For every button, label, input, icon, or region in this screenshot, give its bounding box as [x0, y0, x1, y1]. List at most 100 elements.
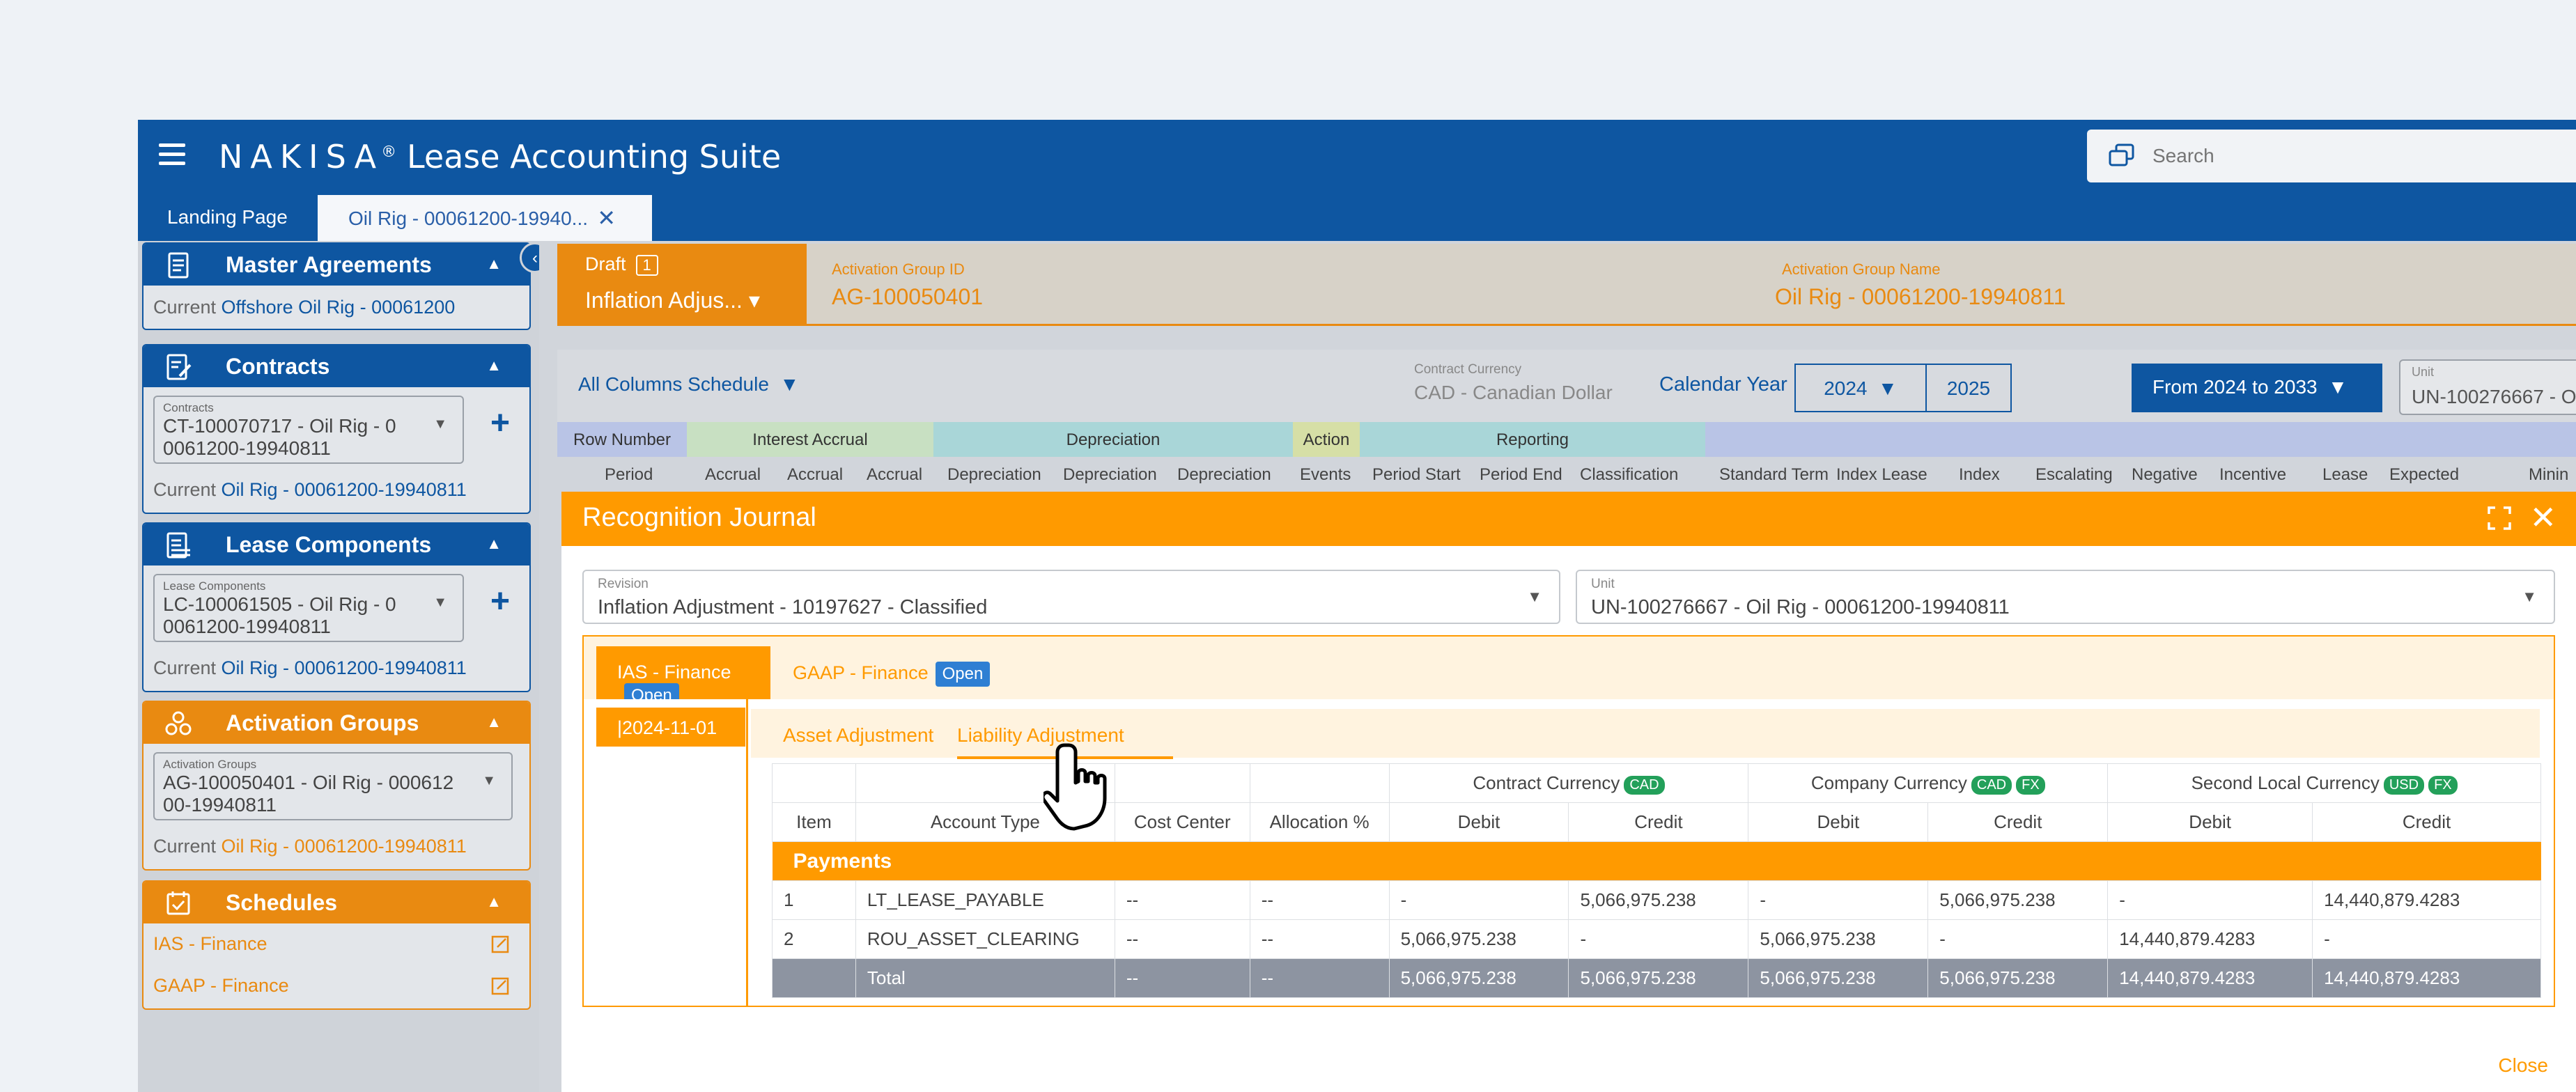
chevron-down-icon: ▼: [433, 416, 447, 432]
current-activation-group-link[interactable]: Oil Rig - 00061200-19940811: [222, 836, 467, 857]
table-cell: 5,066,975.238: [1568, 958, 1749, 998]
group-id-label: Activation Group ID: [832, 260, 965, 278]
activation-group-bar: Activation Group ID AG-100050401 Activat…: [807, 244, 2576, 326]
external-link-icon[interactable]: [490, 935, 510, 954]
unit-select[interactable]: Unit UN-100276667 - Oil Rig - 000612: [2399, 359, 2576, 415]
year-range-select[interactable]: From 2024 to 2033 ▼: [2132, 364, 2382, 412]
tab-ias-finance[interactable]: IAS - FinanceOpen: [596, 646, 770, 708]
chevron-down-icon: ▼: [482, 773, 496, 788]
table-row: 2 ROU_ASSET_CLEARING -- -- 5,066,975.238…: [772, 919, 2541, 959]
chevron-down-icon: ▼: [2522, 588, 2537, 605]
tab-label: Oil Rig - 00061200-19940...: [348, 208, 588, 229]
year-select[interactable]: 2024 ▼: [1794, 364, 1927, 412]
contract-currency-label: Contract Currency: [1414, 362, 1522, 377]
date-list: |2024-11-01: [584, 699, 748, 1006]
lease-components-panel: Lease Components ▲ Lease Components LC-1…: [142, 522, 531, 692]
collapse-caret-icon[interactable]: ▲: [486, 255, 502, 273]
column-header: Minin: [2529, 465, 2569, 484]
revision-select[interactable]: Inflation Adjus... ▾: [585, 287, 760, 313]
column-header: Standard Term: [1719, 465, 1829, 484]
column-header: Expected: [2389, 465, 2460, 484]
sidebar: Master Agreements ▲ Current Offshore Oil…: [138, 241, 539, 1092]
table-cell: --: [1249, 919, 1390, 959]
close-tab-icon[interactable]: ✕: [597, 205, 616, 231]
fx-badge: FX: [2016, 775, 2045, 795]
column-header: Item: [772, 802, 856, 842]
close-icon[interactable]: ✕: [2529, 499, 2556, 536]
table-cell: 2: [772, 919, 856, 959]
column-header: Credit: [1927, 802, 2109, 842]
modal-header: Recognition Journal ✕: [561, 492, 2576, 546]
column-header: Period: [605, 465, 653, 484]
master-agreements-header[interactable]: Master Agreements ▲: [143, 244, 529, 286]
draft-label: Draft 1: [585, 254, 658, 276]
journal-container: IAS - FinanceOpen GAAP - Finance Open |20…: [582, 635, 2555, 1007]
unit-value: UN-100276667 - Oil Rig - 000612: [2412, 386, 2576, 407]
column-header: Index: [1959, 465, 2000, 484]
schedules-header[interactable]: Schedules ▲: [143, 882, 529, 923]
group-row-number: Row Number: [557, 422, 687, 457]
column-header: Debit: [1388, 802, 1569, 842]
draft-status-box[interactable]: Draft 1 Inflation Adjus... ▾: [557, 244, 807, 326]
table-cell: -: [2312, 919, 2541, 959]
tab-landing-page[interactable]: Landing Page: [167, 206, 288, 228]
add-contract-button[interactable]: +: [490, 404, 510, 442]
table-cell: 5,066,975.238: [1388, 919, 1569, 959]
panel-title: Master Agreements: [226, 252, 432, 277]
schedule-view-select[interactable]: All Columns Schedule ▼: [578, 373, 799, 396]
schedule-link-gaap-finance[interactable]: GAAP - Finance: [153, 975, 289, 997]
calendar-year-label: Calendar Year: [1659, 373, 1787, 396]
current-master-agreement: Current Offshore Oil Rig - 00061200: [153, 297, 456, 318]
date-item[interactable]: |2024-11-01: [596, 708, 745, 747]
table-cell: --: [1249, 958, 1390, 998]
lease-component-icon: [166, 532, 190, 559]
activation-groups-select[interactable]: Activation Groups AG-100050401 - Oil Rig…: [153, 752, 513, 820]
panel-title: Activation Groups: [226, 710, 419, 735]
schedule-link-ias-finance[interactable]: IAS - Finance: [153, 933, 267, 955]
collapse-caret-icon[interactable]: ▲: [486, 535, 502, 553]
table-cell: --: [1114, 919, 1250, 959]
brand-logo: NAKISA®: [219, 138, 397, 176]
calendar-check-icon: [166, 891, 190, 915]
table-cell: [772, 958, 856, 998]
lease-components-select[interactable]: Lease Components LC-100061505 - Oil Rig …: [153, 574, 464, 642]
current-contract-link[interactable]: Oil Rig - 00061200-19940811: [222, 479, 467, 500]
column-header: Period End: [1480, 465, 1562, 484]
unit-select[interactable]: Unit UN-100276667 - Oil Rig - 00061200-1…: [1576, 570, 2555, 624]
table-cell: --: [1114, 958, 1250, 998]
search-scope-icon[interactable]: [2108, 143, 2136, 169]
collapse-caret-icon[interactable]: ▲: [486, 713, 502, 731]
contracts-header[interactable]: Contracts ▲: [143, 345, 529, 387]
tab-oil-rig[interactable]: Oil Rig - 00061200-19940... ✕: [318, 195, 652, 241]
tab-asset-adjustment[interactable]: Asset Adjustment: [783, 724, 933, 747]
menu-icon[interactable]: [159, 143, 185, 165]
table-cell: 5,066,975.238: [1568, 880, 1749, 920]
group-id-value: AG-100050401: [832, 284, 984, 309]
contracts-select[interactable]: Contracts CT-100070717 - Oil Rig - 0 006…: [153, 396, 464, 464]
search-input[interactable]: [2152, 139, 2543, 173]
column-header: Escalating: [2035, 465, 2113, 484]
current-master-agreement-link[interactable]: Offshore Oil Rig - 00061200: [222, 297, 456, 318]
close-button[interactable]: Close: [2498, 1054, 2548, 1077]
add-lease-component-button[interactable]: +: [490, 582, 510, 621]
activation-groups-header[interactable]: Activation Groups ▲: [143, 702, 529, 744]
next-year-button[interactable]: 2025: [1925, 364, 2012, 412]
lease-components-header[interactable]: Lease Components ▲: [143, 524, 529, 566]
table-cell: --: [1249, 880, 1390, 920]
revision-select[interactable]: Revision Inflation Adjustment - 10197627…: [582, 570, 1560, 624]
table-cell: -: [1748, 880, 1929, 920]
tab-gaap-finance[interactable]: GAAP - Finance Open: [793, 662, 991, 687]
table-cell: LT_LEASE_PAYABLE: [855, 880, 1115, 920]
chevron-down-icon: ▼: [433, 595, 447, 610]
chevron-down-icon: ▼: [1527, 588, 1542, 605]
table-cell: 5,066,975.238: [1388, 958, 1569, 998]
collapse-caret-icon[interactable]: ▲: [486, 357, 502, 375]
contract-edit-icon: [166, 354, 192, 380]
group-blank: [1705, 422, 2576, 457]
current-lease-component-link[interactable]: Oil Rig - 00061200-19940811: [222, 657, 467, 678]
collapse-caret-icon[interactable]: ▲: [486, 893, 502, 911]
external-link-icon[interactable]: [490, 976, 510, 996]
column-header: Period Start: [1372, 465, 1461, 484]
group-name-label: Activation Group Name: [1782, 260, 1941, 278]
expand-icon[interactable]: [2487, 506, 2512, 531]
